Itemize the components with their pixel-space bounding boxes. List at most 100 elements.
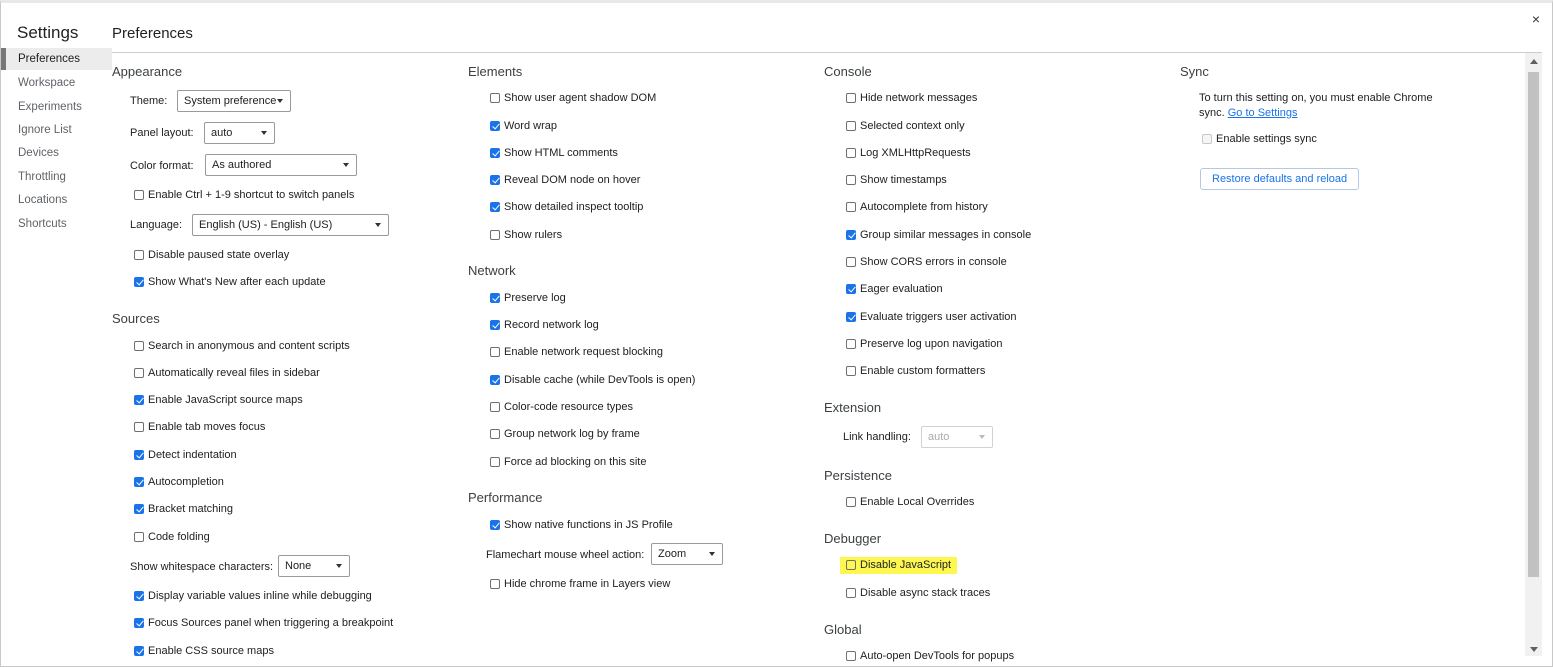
disable-js-row[interactable]: Disable JavaScript (840, 557, 958, 574)
custom-formatters-row[interactable]: Enable custom formatters (846, 365, 985, 377)
sidebar-item-locations[interactable]: Locations (1, 189, 112, 211)
css-source-maps-row[interactable]: Enable CSS source maps (134, 645, 274, 657)
selected-context-checkbox[interactable] (846, 121, 856, 131)
preserve-log-row[interactable]: Preserve log (490, 292, 566, 304)
record-log-row[interactable]: Record network log (490, 319, 599, 331)
inline-values-checkbox[interactable] (134, 591, 144, 601)
rulers-row[interactable]: Show rulers (490, 229, 562, 241)
code-folding-checkbox[interactable] (134, 532, 144, 542)
bracket-matching-checkbox[interactable] (134, 504, 144, 514)
group-by-frame-row[interactable]: Group network log by frame (490, 428, 640, 440)
color-code-row[interactable]: Color-code resource types (490, 401, 633, 413)
sidebar-item-ignore-list[interactable]: Ignore List (1, 119, 112, 141)
auto-open-checkbox[interactable] (846, 651, 856, 661)
cors-errors-row[interactable]: Show CORS errors in console (846, 256, 1007, 268)
whats-new-checkbox[interactable] (134, 277, 144, 287)
shadow-dom-row[interactable]: Show user agent shadow DOM (490, 92, 656, 104)
log-xhr-row[interactable]: Log XMLHttpRequests (846, 147, 971, 159)
disable-async-checkbox[interactable] (846, 588, 856, 598)
preserve-nav-row[interactable]: Preserve log upon navigation (846, 338, 1002, 350)
hide-network-row[interactable]: Hide network messages (846, 92, 977, 104)
request-blocking-checkbox[interactable] (490, 347, 500, 357)
reveal-dom-checkbox[interactable] (490, 175, 500, 185)
content-scrollbar[interactable] (1525, 53, 1542, 656)
whats-new-row[interactable]: Show What's New after each update (134, 276, 326, 288)
reveal-dom-row[interactable]: Reveal DOM node on hover (490, 174, 640, 186)
disable-cache-checkbox[interactable] (490, 375, 500, 385)
native-functions-checkbox[interactable] (490, 520, 500, 530)
hide-chrome-frame-checkbox[interactable] (490, 579, 500, 589)
disable-js-checkbox[interactable] (846, 560, 856, 570)
detect-indent-row[interactable]: Detect indentation (134, 449, 237, 461)
whitespace-select[interactable]: None (278, 555, 350, 577)
enable-sync-checkbox[interactable] (1202, 134, 1212, 144)
reveal-files-checkbox[interactable] (134, 368, 144, 378)
autocomplete-history-row[interactable]: Autocomplete from history (846, 201, 988, 213)
code-folding-row[interactable]: Code folding (134, 531, 210, 543)
inspect-tooltip-row[interactable]: Show detailed inspect tooltip (490, 201, 643, 213)
record-log-checkbox[interactable] (490, 320, 500, 330)
timestamps-row[interactable]: Show timestamps (846, 174, 947, 186)
autocomplete-history-checkbox[interactable] (846, 202, 856, 212)
html-comments-checkbox[interactable] (490, 148, 500, 158)
local-overrides-checkbox[interactable] (846, 497, 856, 507)
word-wrap-checkbox[interactable] (490, 121, 500, 131)
timestamps-checkbox[interactable] (846, 175, 856, 185)
theme-select[interactable]: System preference (177, 90, 291, 112)
tab-focus-row[interactable]: Enable tab moves focus (134, 421, 265, 433)
autocompletion-checkbox[interactable] (134, 477, 144, 487)
group-by-frame-checkbox[interactable] (490, 429, 500, 439)
close-icon[interactable]: × (1532, 11, 1540, 27)
sidebar-item-shortcuts[interactable]: Shortcuts (1, 213, 112, 235)
disable-paused-checkbox[interactable] (134, 250, 144, 260)
eager-eval-row[interactable]: Eager evaluation (846, 283, 943, 295)
color-code-checkbox[interactable] (490, 402, 500, 412)
scroll-up-arrow-icon[interactable] (1530, 59, 1538, 64)
html-comments-row[interactable]: Show HTML comments (490, 147, 618, 159)
reveal-files-row[interactable]: Automatically reveal files in sidebar (134, 367, 320, 379)
tab-focus-checkbox[interactable] (134, 422, 144, 432)
inspect-tooltip-checkbox[interactable] (490, 202, 500, 212)
hide-chrome-frame-row[interactable]: Hide chrome frame in Layers view (490, 578, 670, 590)
log-xhr-checkbox[interactable] (846, 148, 856, 158)
sidebar-item-devices[interactable]: Devices (1, 142, 112, 164)
auto-open-row[interactable]: Auto-open DevTools for popups (846, 650, 1014, 662)
selected-context-row[interactable]: Selected context only (846, 120, 965, 132)
js-source-maps-row[interactable]: Enable JavaScript source maps (134, 394, 303, 406)
ctrl-shortcut-checkbox[interactable] (134, 190, 144, 200)
sidebar-item-throttling[interactable]: Throttling (1, 166, 112, 188)
anon-scripts-checkbox[interactable] (134, 341, 144, 351)
ad-blocking-checkbox[interactable] (490, 457, 500, 467)
word-wrap-row[interactable]: Word wrap (490, 120, 557, 132)
shadow-dom-checkbox[interactable] (490, 93, 500, 103)
scroll-down-arrow-icon[interactable] (1530, 647, 1538, 652)
color-format-select[interactable]: As authored (205, 154, 357, 176)
ctrl-shortcut-row[interactable]: Enable Ctrl + 1-9 shortcut to switch pan… (134, 189, 354, 201)
link-handling-select[interactable]: auto (921, 426, 993, 448)
restore-defaults-button[interactable]: Restore defaults and reload (1200, 168, 1360, 190)
language-select[interactable]: English (US) - English (US) (192, 214, 389, 236)
eager-eval-checkbox[interactable] (846, 284, 856, 294)
sidebar-item-workspace[interactable]: Workspace (1, 72, 112, 94)
anon-scripts-row[interactable]: Search in anonymous and content scripts (134, 340, 350, 352)
scroll-thumb[interactable] (1528, 72, 1539, 577)
group-similar-checkbox[interactable] (846, 230, 856, 240)
cors-errors-checkbox[interactable] (846, 257, 856, 267)
group-similar-row[interactable]: Group similar messages in console (846, 229, 1031, 241)
disable-paused-row[interactable]: Disable paused state overlay (134, 249, 289, 261)
hide-network-checkbox[interactable] (846, 93, 856, 103)
flamechart-select[interactable]: Zoom (651, 543, 723, 565)
sidebar-item-experiments[interactable]: Experiments (1, 96, 112, 118)
custom-formatters-checkbox[interactable] (846, 366, 856, 376)
go-to-settings-link[interactable]: Go to Settings (1228, 107, 1298, 119)
preserve-nav-checkbox[interactable] (846, 339, 856, 349)
disable-cache-row[interactable]: Disable cache (while DevTools is open) (490, 374, 695, 386)
native-functions-row[interactable]: Show native functions in JS Profile (490, 519, 673, 531)
disable-async-row[interactable]: Disable async stack traces (846, 587, 990, 599)
bracket-matching-row[interactable]: Bracket matching (134, 503, 233, 515)
request-blocking-row[interactable]: Enable network request blocking (490, 346, 663, 358)
focus-sources-checkbox[interactable] (134, 618, 144, 628)
css-source-maps-checkbox[interactable] (134, 646, 144, 656)
rulers-checkbox[interactable] (490, 230, 500, 240)
enable-sync-row[interactable]: Enable settings sync (1202, 133, 1317, 145)
